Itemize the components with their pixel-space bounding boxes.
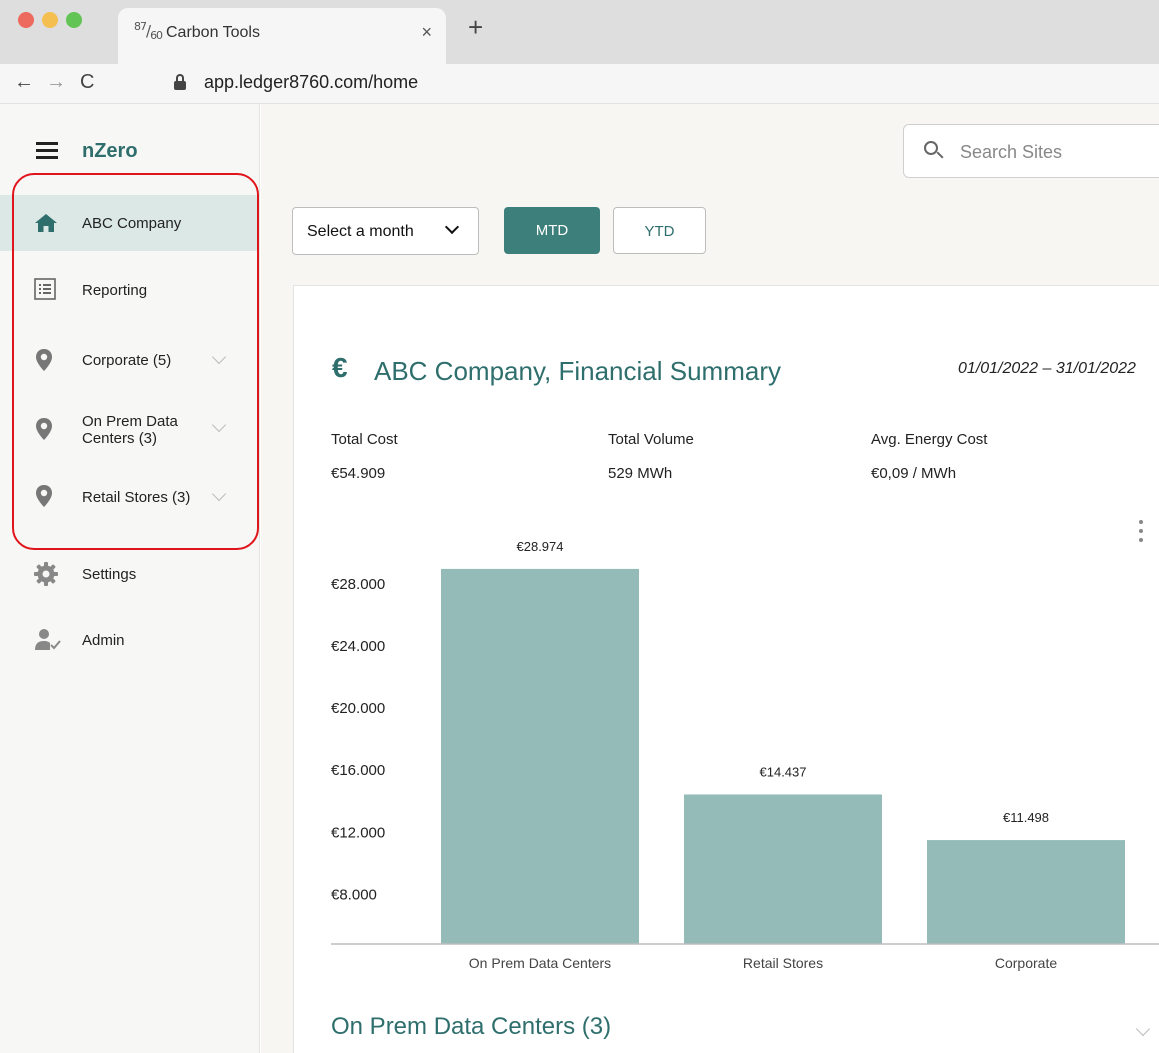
back-arrow-icon[interactable]: ←	[14, 72, 34, 92]
chevron-down-icon[interactable]	[211, 349, 227, 365]
metric-value-total-cost: €54.909	[331, 465, 386, 482]
metric-label-total-volume: Total Volume	[608, 431, 694, 448]
address-bar[interactable]: app.ledger8760.com/home	[160, 70, 1150, 98]
home-icon	[35, 214, 57, 232]
browser-toolbar: ← → C app.ledger8760.com/home	[0, 64, 1159, 104]
metric-value-avg-energy-cost: €0,09 / MWh	[871, 465, 957, 482]
y-tick-label: €12.000	[331, 824, 385, 841]
sidebar-item-retail-stores[interactable]: Retail Stores (3)	[0, 472, 258, 524]
window-close-button[interactable]	[18, 12, 34, 28]
y-tick-label: €20.000	[331, 700, 385, 717]
window-maximize-button[interactable]	[66, 12, 82, 28]
site-logo-icon: 87/60	[134, 20, 163, 42]
x-tick-label: Retail Stores	[743, 955, 823, 971]
search-input[interactable]	[960, 139, 1159, 165]
new-tab-button[interactable]: +	[468, 14, 483, 40]
browser-tab-bar: 87/60 Carbon Tools × +	[0, 0, 1159, 64]
url-text: app.ledger8760.com/home	[204, 72, 419, 92]
forward-arrow-icon[interactable]: →	[46, 72, 66, 92]
gear-icon	[34, 562, 58, 586]
chevron-down-icon[interactable]	[211, 486, 227, 502]
data-label: €14.437	[760, 764, 807, 779]
chevron-down-icon[interactable]	[211, 417, 227, 433]
y-tick-label: €28.000	[331, 576, 385, 593]
main-content: Select a month MTD YTD € ABC Company, Fi…	[261, 104, 1159, 1053]
location-pin-icon	[36, 349, 52, 371]
brand-name: nZero	[82, 140, 138, 162]
x-tick-label: Corporate	[995, 955, 1057, 971]
sidebar-item-label: Settings	[82, 566, 137, 583]
sidebar-item-label: Retail Stores (3)	[82, 489, 191, 506]
reload-icon[interactable]: C	[80, 72, 94, 92]
chevron-down-icon[interactable]	[1135, 1021, 1151, 1037]
tab-title: Carbon Tools	[166, 24, 260, 41]
sidebar-item-label: ABC Company	[82, 215, 182, 232]
card-title: ABC Company, Financial Summary	[374, 356, 781, 386]
browser-tab[interactable]: 87/60 Carbon Tools ×	[118, 8, 446, 64]
bar	[441, 568, 639, 944]
data-label: €11.498	[1003, 810, 1049, 825]
bar	[927, 840, 1125, 944]
tab-close-icon[interactable]: ×	[421, 22, 432, 43]
sidebar-item-reporting[interactable]: Reporting	[0, 264, 258, 316]
search-icon	[924, 141, 944, 159]
window-minimize-button[interactable]	[42, 12, 58, 28]
hamburger-menu-icon[interactable]	[36, 142, 58, 159]
mtd-button[interactable]: MTD	[504, 207, 600, 254]
report-icon	[34, 278, 56, 300]
metric-label-avg-energy-cost: Avg. Energy Cost	[871, 431, 988, 448]
lock-icon	[174, 74, 186, 90]
sidebar-item-admin[interactable]: Admin	[0, 614, 258, 666]
section-title: On Prem Data Centers (3)	[331, 1013, 612, 1040]
sidebar-item-abc-company[interactable]: ABC Company	[0, 195, 258, 251]
location-pin-icon	[36, 418, 52, 440]
sidebar-item-label: On Prem Data Centers (3)	[82, 413, 178, 447]
chevron-down-icon	[444, 219, 460, 235]
metric-label-total-cost: Total Cost	[331, 431, 398, 448]
financial-summary-card: € ABC Company, Financial Summary 01/01/2…	[293, 285, 1159, 1053]
date-range: 01/01/2022 – 31/01/2022	[958, 360, 1136, 377]
euro-icon: €	[332, 352, 348, 383]
bar	[684, 794, 882, 944]
y-tick-label: €8.000	[331, 886, 377, 903]
sidebar-item-on-prem-data-centers[interactable]: On Prem Data Centers (3)	[0, 402, 258, 458]
sidebar-item-label: Reporting	[82, 282, 148, 299]
cost-bar-chart: €8.000 €12.000 €16.000 €20.000 €24.000 €28.00…	[331, 539, 1159, 971]
y-tick-label: €16.000	[331, 762, 385, 779]
month-select-dropdown[interactable]: Select a month	[292, 207, 479, 255]
month-select-label: Select a month	[307, 223, 414, 240]
admin-user-icon	[35, 629, 61, 650]
location-pin-icon	[36, 485, 52, 507]
ytd-button[interactable]: YTD	[613, 207, 706, 254]
sidebar-item-corporate[interactable]: Corporate (5)	[0, 334, 258, 386]
y-tick-label: €24.000	[331, 638, 385, 655]
x-tick-label: On Prem Data Centers	[469, 955, 611, 971]
data-label: €28.974	[517, 539, 564, 554]
metric-value-total-volume: 529 MWh	[608, 465, 673, 482]
sidebar: nZero ABC Company Reporting Corporate (5…	[0, 104, 260, 1053]
sidebar-item-settings[interactable]: Settings	[0, 548, 258, 600]
sidebar-item-label: Corporate (5)	[82, 352, 172, 369]
search-box	[903, 124, 1159, 178]
sidebar-item-label: Admin	[82, 632, 125, 649]
